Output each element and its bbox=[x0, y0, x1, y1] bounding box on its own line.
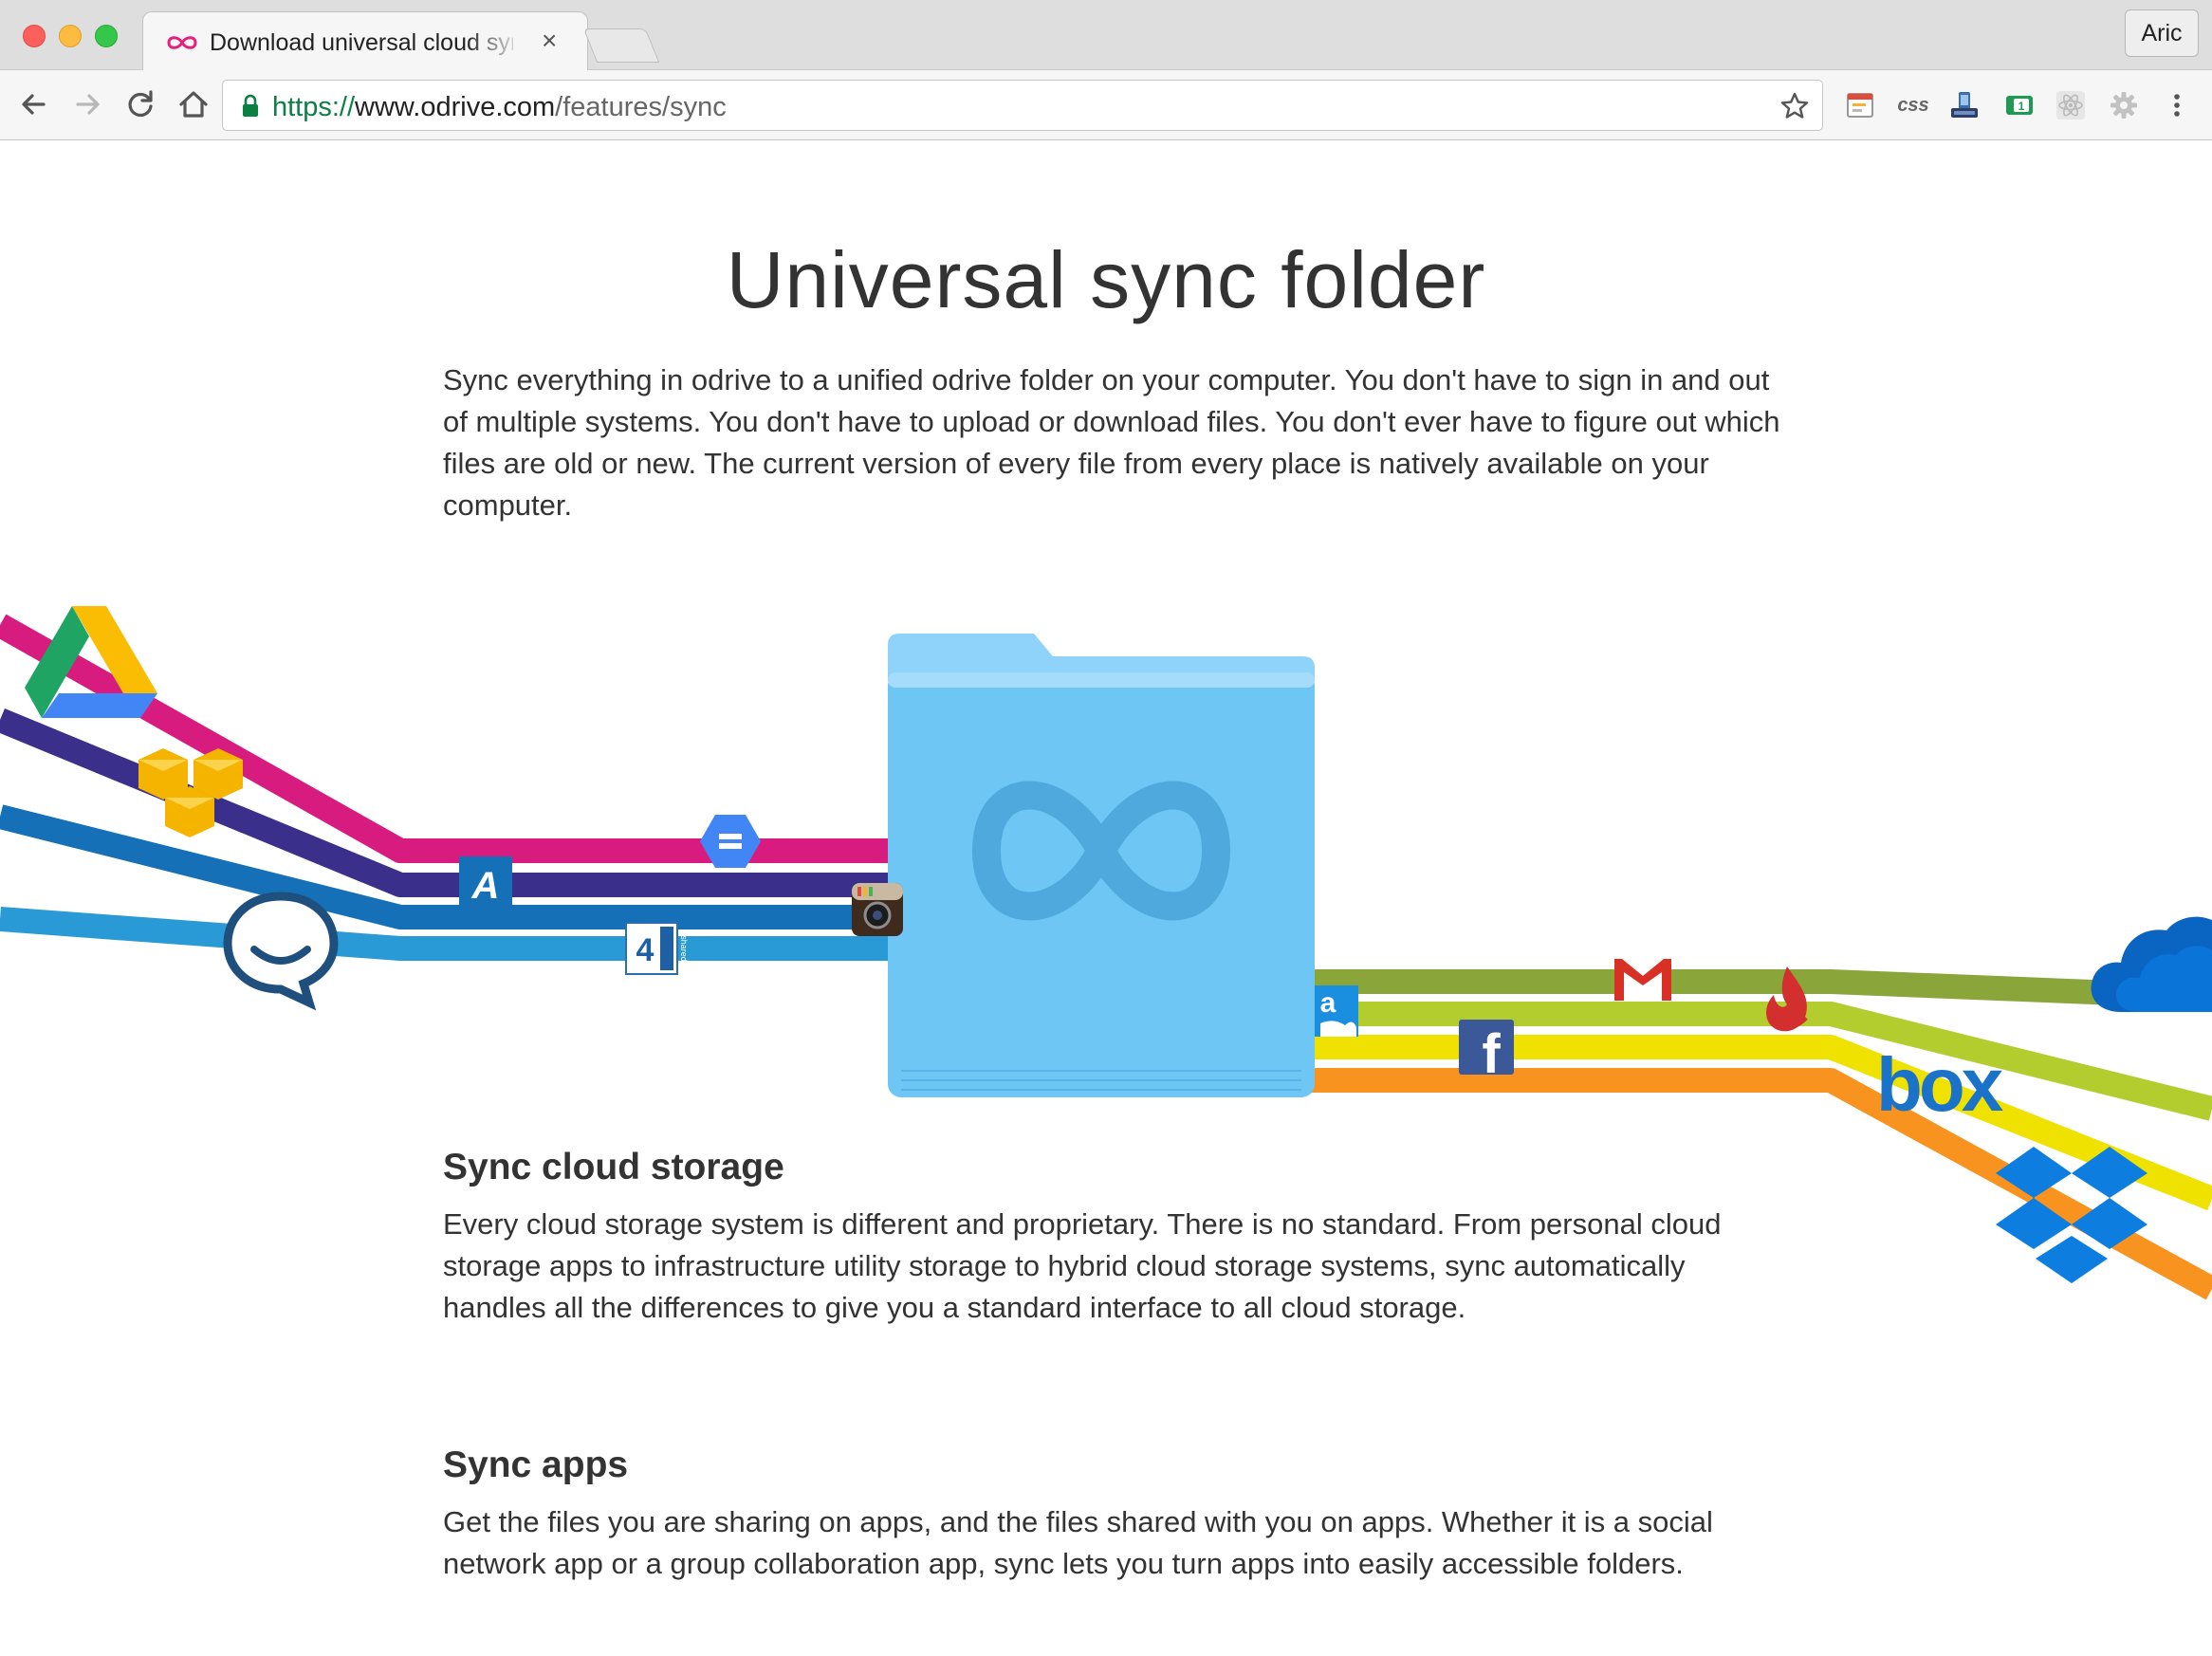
tab-close-icon[interactable]: × bbox=[542, 26, 557, 56]
zoom-window-button[interactable] bbox=[95, 25, 118, 47]
google-drive-icon bbox=[25, 606, 157, 718]
extension-badge-text: 1 bbox=[2018, 100, 2025, 113]
sync-illustration: A 4 shared a f box bbox=[0, 606, 2212, 1300]
extension-ticket-icon[interactable]: 1 bbox=[2003, 89, 2036, 121]
amazon-label: a bbox=[1320, 987, 1336, 1019]
adrive-icon: A bbox=[459, 856, 512, 910]
stream-lime bbox=[1309, 1002, 2212, 1121]
stream-magenta bbox=[0, 614, 949, 863]
extension-calendar-icon[interactable] bbox=[1844, 89, 1876, 121]
extension-gear-icon[interactable] bbox=[2108, 89, 2140, 121]
section-body-apps: Get the files you are sharing on apps, a… bbox=[443, 1505, 1713, 1580]
url-host: www.odrive.com bbox=[355, 92, 556, 122]
odrive-favicon-icon bbox=[167, 36, 197, 49]
extension-css-icon[interactable]: css bbox=[1897, 89, 1929, 121]
browser-titlebar: Download universal cloud sync × Aric bbox=[0, 0, 2212, 71]
minimize-window-button[interactable] bbox=[59, 25, 82, 47]
reload-icon[interactable] bbox=[120, 83, 161, 125]
browser-tab-active[interactable]: Download universal cloud sync × bbox=[142, 11, 588, 71]
amazon-cloud-drive-icon: a bbox=[1315, 985, 1358, 1037]
section-heading-cloud-storage: Sync cloud storage bbox=[443, 1147, 784, 1187]
profile-button[interactable]: Aric bbox=[2125, 9, 2199, 57]
gmail-icon bbox=[1614, 959, 1671, 1001]
forward-arrow-icon[interactable] bbox=[66, 83, 108, 125]
facebook-label: f bbox=[1482, 1023, 1501, 1085]
extension-react-icon[interactable] bbox=[2055, 89, 2087, 121]
box-icon: box bbox=[1876, 1042, 2007, 1127]
adrive-label: A bbox=[471, 865, 500, 907]
url-path: /features/sync bbox=[555, 92, 727, 122]
section-body-cloud-storage: Every cloud storage system is different … bbox=[443, 1207, 1722, 1324]
box-label: box bbox=[1876, 1042, 2003, 1127]
url-text[interactable]: https://www.odrive.com/features/sync bbox=[272, 92, 727, 123]
tab-title-fade bbox=[466, 22, 523, 60]
browser-toolbar: https://www.odrive.com/features/sync css… bbox=[0, 70, 2212, 140]
odrive-folder-icon bbox=[888, 634, 1315, 1097]
extension-device-icon[interactable] bbox=[1948, 89, 1981, 121]
section-heading-apps: Sync apps bbox=[443, 1444, 629, 1485]
address-bar[interactable]: https://www.odrive.com/features/sync bbox=[222, 80, 1823, 131]
menu-kebab-icon[interactable] bbox=[2161, 89, 2193, 121]
page-title: Universal sync folder bbox=[726, 235, 1486, 324]
url-scheme: https:// bbox=[272, 92, 356, 122]
4shared-icon: 4 shared bbox=[625, 922, 689, 975]
back-arrow-icon[interactable] bbox=[13, 83, 55, 125]
new-tab-button[interactable] bbox=[582, 28, 660, 63]
close-window-button[interactable] bbox=[23, 25, 46, 47]
instagram-icon bbox=[852, 883, 903, 936]
bookmark-star-icon[interactable] bbox=[1779, 90, 1811, 122]
4shared-label: 4 bbox=[636, 932, 654, 968]
stream-olive bbox=[1309, 969, 2212, 1009]
4shared-small-label: shared bbox=[679, 935, 689, 962]
hipchat-icon bbox=[223, 892, 339, 1011]
home-icon[interactable] bbox=[173, 83, 214, 125]
page-content: Universal sync folder Sync everything in… bbox=[0, 141, 2212, 1656]
secure-lock-icon bbox=[243, 94, 258, 117]
onedrive-icon bbox=[2091, 916, 2212, 1012]
